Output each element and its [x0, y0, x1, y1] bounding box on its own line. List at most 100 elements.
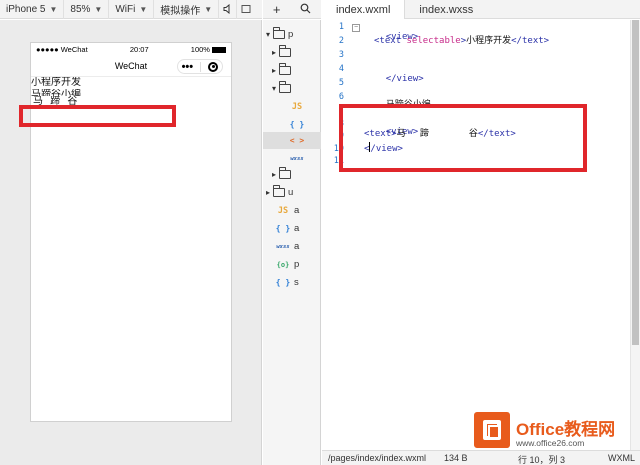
line-number: 4: [338, 64, 344, 74]
search-icon: [300, 3, 311, 13]
office-logo-icon: [474, 412, 510, 448]
folder-icon: [279, 167, 291, 179]
code-editor[interactable]: 1 2 3 4 5 6 7 8 9 10 11 − <view> <text s…: [322, 20, 630, 450]
tree-item-label: a: [294, 223, 300, 234]
scrollbar-thumb[interactable]: [632, 20, 639, 345]
page-content: 小程序开发 马蹄谷小编 马 蹄 谷: [31, 77, 231, 108]
tree-item-folder[interactable]: ▾: [263, 80, 321, 97]
file-path-label: /pages/index/index.wxml: [328, 453, 427, 463]
highlight-box-simulator: [19, 105, 176, 127]
wxss-file-icon: wxss: [290, 155, 304, 162]
chevron-down-icon: ▼: [49, 4, 58, 14]
speaker-icon: [223, 4, 230, 14]
tree-item-folder[interactable]: ▸: [263, 44, 321, 61]
chevron-right-icon: ▸: [271, 48, 276, 57]
close-circle-icon[interactable]: [208, 61, 219, 72]
phone-nav-bar: WeChat •••: [31, 56, 231, 77]
tree-item-file-wxs[interactable]: {o} p: [263, 256, 321, 273]
js-file-icon: JS: [277, 205, 289, 216]
tab-index-wxss[interactable]: index.wxss: [405, 0, 487, 19]
watermark: Office教程网 www.office26.com: [474, 412, 640, 458]
editor-scrollbar[interactable]: [630, 20, 640, 450]
simulator-panel: ●●●●● WeChat 20:07 100% WeChat ••• 小程序开发…: [0, 20, 262, 465]
device-select[interactable]: iPhone 5 ▼: [0, 0, 65, 19]
battery-label: 100%: [190, 45, 210, 54]
folder-open-icon: [279, 81, 291, 93]
mute-button[interactable]: [219, 0, 238, 19]
highlight-box-editor: [339, 104, 587, 172]
chevron-right-icon: ▸: [265, 188, 270, 197]
carrier-label: ●●●●● WeChat: [36, 45, 88, 54]
folder-open-icon: [273, 27, 285, 39]
watermark-url: www.office26.com: [516, 438, 585, 448]
editor-tabs: index.wxml index.wxss: [322, 0, 640, 19]
search-button[interactable]: [300, 2, 311, 17]
line-number: 3: [338, 50, 344, 60]
folder-icon: [273, 185, 285, 197]
chevron-right-icon: ▸: [271, 66, 276, 75]
tree-item-file-json[interactable]: { } s: [263, 274, 321, 291]
line-number: 5: [338, 78, 344, 88]
tree-item-file-wxml[interactable]: < >: [263, 132, 321, 149]
tree-item-label: u: [288, 187, 294, 198]
capsule-menu: •••: [177, 59, 223, 74]
network-select-label: WiFi: [115, 3, 136, 15]
chevron-down-icon: ▾: [265, 30, 270, 39]
simulator-toolbar: iPhone 5 ▼ 85% ▼ WiFi ▼ 模拟操作 ▼: [0, 0, 262, 19]
tree-item-file-wxss[interactable]: wxss a: [263, 238, 321, 255]
js-file-icon: JS: [291, 101, 303, 112]
code-token: 小程序开发: [466, 36, 512, 46]
chevron-right-icon: ▸: [271, 170, 276, 179]
tree-item-label: s: [294, 277, 299, 288]
phone-status-bar: ●●●●● WeChat 20:07 100%: [31, 43, 231, 56]
file-tree: ▾ p ▸ ▸ ▾ JS { } < > wxss ▸ ▸ u JS a {}…: [263, 20, 321, 465]
code-token: selectable: [401, 36, 461, 46]
detach-window-button[interactable]: [237, 0, 255, 19]
line-number: 1: [338, 22, 344, 32]
wxss-file-icon: wxss: [276, 243, 290, 250]
window-icon: [241, 5, 251, 13]
tree-item-file-json[interactable]: { }: [263, 116, 321, 133]
code-line: <text selectable>小程序开发</text>: [374, 36, 549, 46]
code-token: <text: [374, 36, 402, 46]
tab-index-wxml[interactable]: index.wxml: [322, 0, 406, 19]
fold-toggle-icon[interactable]: −: [352, 24, 360, 32]
line-number: 2: [338, 36, 344, 46]
tree-item-folder[interactable]: ▸: [263, 62, 321, 79]
zoom-select[interactable]: 85% ▼: [64, 0, 110, 19]
line-number: 6: [338, 92, 344, 102]
device-select-label: iPhone 5: [6, 3, 46, 15]
tree-item-folder[interactable]: ▸: [263, 166, 321, 183]
phone-screen: ●●●●● WeChat 20:07 100% WeChat ••• 小程序开发…: [30, 42, 232, 422]
tree-item-file-wxss[interactable]: wxss: [263, 150, 321, 167]
tree-item-file-json[interactable]: { } a: [263, 220, 321, 237]
add-file-button[interactable]: +: [273, 2, 281, 17]
tree-item-folder[interactable]: ▾ p: [263, 26, 321, 43]
code-token: </view>: [385, 74, 424, 84]
tree-item-folder[interactable]: ▸ u: [263, 184, 321, 201]
wxs-file-icon: {o}: [276, 260, 290, 269]
watermark-title: Office教程网: [516, 420, 616, 439]
folder-icon: [279, 45, 291, 57]
zoom-select-label: 85%: [70, 3, 91, 15]
simulate-operation-label: 模拟操作: [160, 5, 201, 17]
tree-item-file-js[interactable]: JS: [263, 98, 321, 115]
capsule-divider: [200, 61, 202, 72]
tree-item-file-js[interactable]: JS a: [263, 202, 321, 219]
chevron-down-icon: ▼: [94, 4, 103, 14]
tree-item-label: a: [294, 205, 300, 216]
line-number-gutter: 1 2 3 4 5 6 7 8 9 10 11: [322, 20, 348, 450]
wxml-file-icon: < >: [289, 136, 305, 145]
json-file-icon: { }: [289, 120, 305, 129]
tab-label: index.wxml: [336, 3, 391, 16]
chevron-down-icon: ▾: [271, 84, 276, 93]
network-select[interactable]: WiFi ▼: [109, 0, 155, 19]
folder-icon: [279, 63, 291, 75]
file-size-label: 134 B: [444, 453, 468, 463]
battery-indicator: 100%: [191, 45, 226, 54]
more-dots-icon[interactable]: •••: [182, 61, 194, 72]
simulate-operation-select[interactable]: 模拟操作 ▼: [154, 0, 220, 19]
tree-item-label: a: [294, 241, 300, 252]
json-file-icon: { }: [275, 224, 291, 233]
tab-label: index.wxss: [419, 3, 474, 16]
